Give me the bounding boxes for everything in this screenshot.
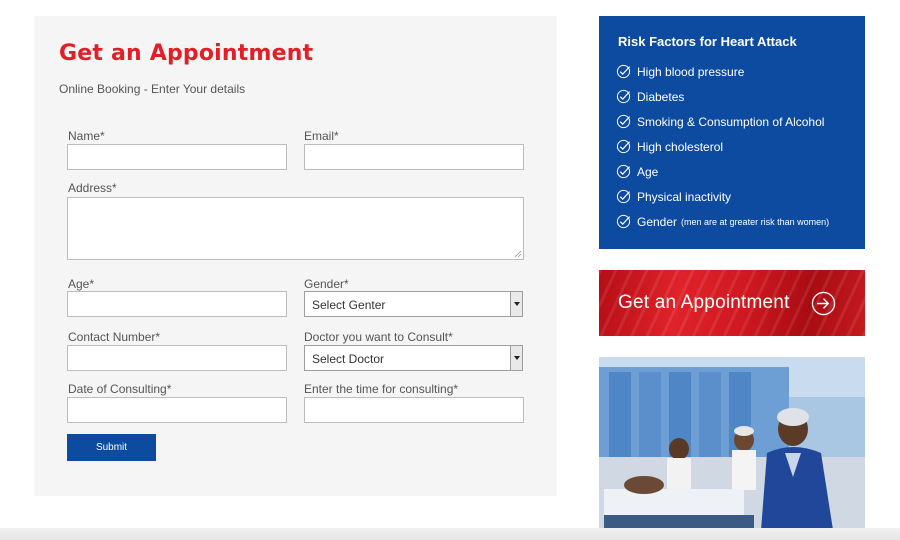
resize-grip-icon[interactable]: [515, 251, 521, 257]
check-circle-icon: [616, 189, 631, 204]
gender-select[interactable]: Select Genter: [304, 291, 523, 317]
check-circle-icon: [616, 89, 631, 104]
time-label: Enter the time for consulting*: [304, 382, 459, 396]
risk-item-label: Age: [637, 164, 659, 179]
appointment-form-panel: Get an Appointment Online Booking - Ente…: [34, 16, 557, 496]
form-title: Get an Appointment: [59, 41, 314, 66]
risk-item-label: Diabetes: [637, 89, 685, 104]
list-item: Smoking & Consumption of Alcohol: [616, 109, 829, 134]
risk-item-label: Gender: [637, 214, 678, 229]
chevron-down-icon[interactable]: [510, 292, 522, 316]
doctor-select[interactable]: Select Doctor: [304, 345, 523, 371]
contact-input[interactable]: [67, 345, 287, 371]
check-circle-icon: [616, 164, 631, 179]
list-item: High cholesterol: [616, 134, 829, 159]
form-subtitle: Online Booking - Enter Your details: [59, 82, 246, 96]
time-input[interactable]: [304, 397, 524, 423]
check-circle-icon: [616, 214, 631, 229]
risk-item-label: Physical inactivity: [637, 189, 732, 204]
risk-list: High blood pressure Diabetes Smoking & C…: [616, 59, 829, 234]
chevron-down-icon[interactable]: [510, 346, 522, 370]
gender-select-value: Select Genter: [312, 298, 386, 312]
doctor-select-value: Select Doctor: [312, 352, 385, 366]
page-bottom-edge: [0, 528, 900, 540]
gender-label: Gender*: [304, 277, 349, 291]
date-label: Date of Consulting*: [68, 382, 172, 396]
contact-label: Contact Number*: [68, 330, 161, 344]
list-item: High blood pressure: [616, 59, 829, 84]
hospital-photo-illustration: [599, 357, 865, 530]
arrow-circle-icon[interactable]: [811, 291, 836, 316]
appointment-banner-text: Get an Appointment: [618, 292, 790, 313]
submit-button[interactable]: Submit: [67, 434, 156, 461]
address-label: Address*: [68, 181, 117, 195]
risk-item-label: High cholesterol: [637, 139, 724, 154]
risk-item-label: High blood pressure: [637, 64, 745, 79]
date-input[interactable]: [67, 397, 287, 423]
address-textarea[interactable]: [67, 197, 524, 260]
appointment-banner[interactable]: Get an Appointment: [599, 270, 865, 336]
check-circle-icon: [616, 64, 631, 79]
age-label: Age*: [68, 277, 95, 291]
hospital-photo: [599, 357, 865, 530]
name-label: Name*: [68, 129, 105, 143]
name-input[interactable]: [67, 144, 287, 170]
risk-title: Risk Factors for Heart Attack: [618, 34, 797, 49]
risk-item-label: Smoking & Consumption of Alcohol: [637, 114, 825, 129]
doctor-label: Doctor you want to Consult*: [304, 330, 453, 344]
list-item: Age: [616, 159, 829, 184]
check-circle-icon: [616, 114, 631, 129]
email-label: Email*: [304, 129, 339, 143]
list-item: Physical inactivity: [616, 184, 829, 209]
list-item: Gender (men are at greater risk than wom…: [616, 209, 829, 234]
age-input[interactable]: [67, 291, 287, 317]
risk-factors-box: Risk Factors for Heart Attack High blood…: [599, 16, 865, 249]
risk-item-note: (men are at greater risk than women): [681, 216, 830, 227]
check-circle-icon: [616, 139, 631, 154]
list-item: Diabetes: [616, 84, 829, 109]
email-input[interactable]: [304, 144, 524, 170]
